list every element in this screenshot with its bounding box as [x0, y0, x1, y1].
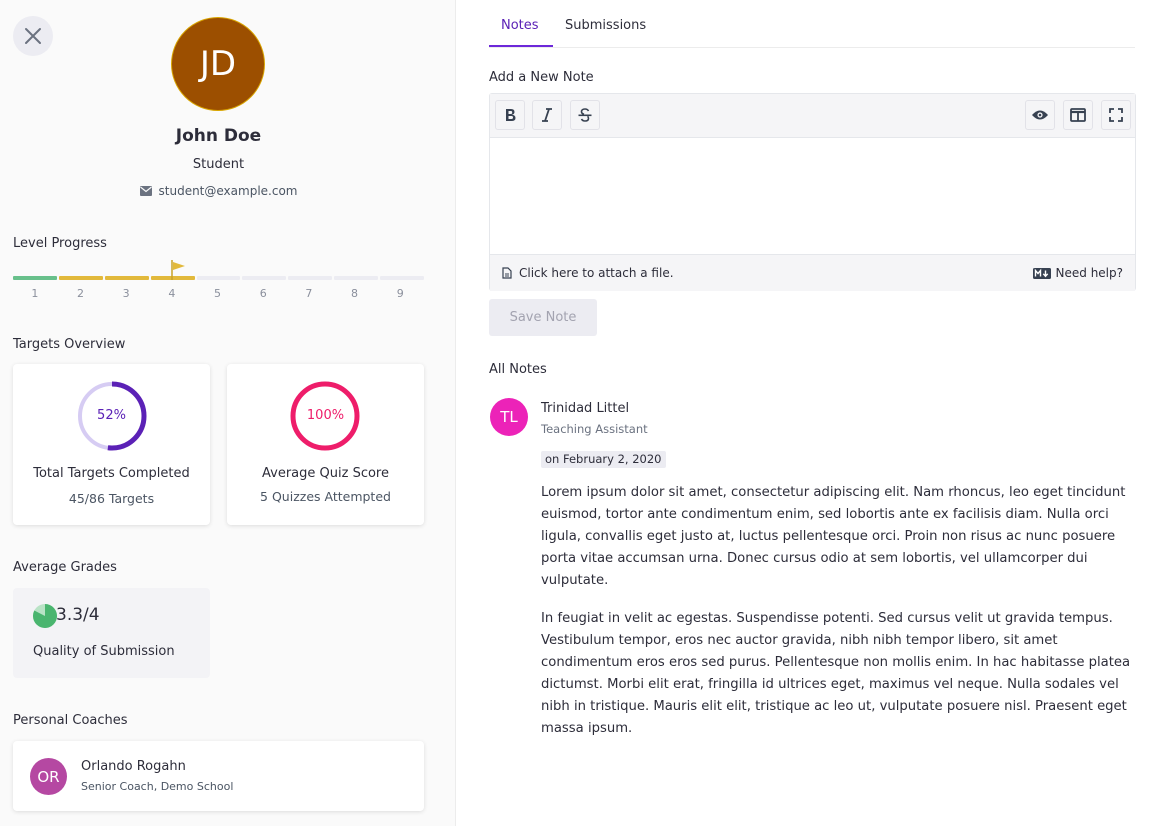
level-number: 5 — [214, 287, 222, 300]
bold-button[interactable] — [495, 100, 525, 130]
coach-name: Orlando Rogahn — [81, 759, 186, 774]
envelope-icon — [139, 186, 152, 196]
level-progress-title: Level Progress — [13, 236, 107, 251]
note-author-avatar: TL — [490, 398, 528, 436]
preview-button[interactable] — [1025, 100, 1055, 130]
level-number: 7 — [305, 287, 313, 300]
avatar-initials: JD — [199, 44, 237, 84]
level-number-list: 1 2 3 4 5 6 7 8 9 — [13, 287, 424, 300]
note-editor: Click here to attach a file. Need help? — [489, 93, 1136, 291]
flag-icon — [171, 260, 185, 280]
expand-icon — [1109, 108, 1123, 122]
active-tab-indicator — [489, 45, 553, 47]
level-segment — [196, 276, 241, 280]
italic-button[interactable] — [532, 100, 562, 130]
targets-card-subtitle: 45/86 Targets — [68, 491, 155, 506]
note-author-name: Trinidad Littel — [541, 401, 630, 416]
level-number: 6 — [259, 287, 267, 300]
note-author-role: Teaching Assistant — [541, 422, 648, 436]
note-author-initials: TL — [500, 408, 518, 426]
italic-icon — [542, 108, 552, 122]
targets-overview-title: Targets Overview — [13, 337, 126, 352]
save-note-button[interactable]: Save Note — [489, 299, 597, 336]
level-segment — [288, 276, 333, 280]
close-button[interactable] — [13, 16, 53, 56]
student-name: John Doe — [175, 126, 262, 146]
level-number: 8 — [351, 287, 359, 300]
quiz-card-title: Average Quiz Score — [262, 466, 389, 481]
student-email: student@example.com — [0, 184, 437, 198]
grade-value: 3.3/4 — [56, 605, 100, 625]
note-textarea[interactable] — [490, 138, 1135, 254]
note-date-badge: on February 2, 2020 — [541, 451, 666, 468]
bold-icon — [506, 109, 516, 121]
note-paragraph: Lorem ipsum dolor sit amet, consectetur … — [541, 485, 1126, 588]
level-number: 9 — [396, 287, 404, 300]
level-number: 1 — [31, 287, 39, 300]
quiz-card-subtitle: 5 Quizzes Attempted — [260, 489, 391, 504]
editor-toolbar — [490, 94, 1135, 138]
personal-coaches-title: Personal Coaches — [13, 713, 128, 728]
quiz-score-card: 100% Average Quiz Score 5 Quizzes Attemp… — [227, 364, 424, 525]
level-segment — [13, 276, 57, 280]
note-body: Lorem ipsum dolor sit amet, consectetur … — [541, 482, 1139, 756]
tab-bar: Notes Submissions — [489, 0, 1135, 48]
strikethrough-icon — [578, 108, 592, 122]
average-grades-title: Average Grades — [13, 560, 117, 575]
quiz-percent-label: 100% — [306, 408, 345, 423]
grade-card — [13, 588, 210, 678]
coach-title: Senior Coach, Demo School — [81, 780, 234, 793]
level-progress-bar — [13, 276, 425, 280]
attach-file-link[interactable]: Click here to attach a file. — [502, 266, 674, 280]
all-notes-heading: All Notes — [489, 362, 547, 377]
note-paragraph: In feugiat in velit ac egestas. Suspendi… — [541, 611, 1131, 736]
help-label: Need help? — [1055, 266, 1123, 280]
targets-completed-card: 52% Total Targets Completed 45/86 Target… — [13, 364, 210, 525]
avatar: JD — [171, 17, 265, 111]
level-number: 3 — [122, 287, 130, 300]
add-note-heading: Add a New Note — [489, 70, 594, 85]
grade-label: Quality of Submission — [33, 644, 175, 659]
strikethrough-button[interactable] — [570, 100, 600, 130]
student-overlay-sidebar: JD John Doe Student student@example.com … — [0, 0, 456, 826]
targets-card-title: Total Targets Completed — [33, 466, 190, 481]
level-segment — [334, 276, 379, 280]
level-number: 4 — [168, 287, 176, 300]
fullscreen-button[interactable] — [1101, 100, 1131, 130]
level-segment — [380, 276, 425, 280]
split-view-button[interactable] — [1063, 100, 1093, 130]
student-email-text: student@example.com — [158, 184, 298, 198]
coach-avatar: OR — [30, 758, 67, 795]
level-number: 2 — [77, 287, 84, 300]
grade-pie-icon — [33, 604, 57, 628]
coach-initials: OR — [37, 767, 60, 786]
attach-file-label: Click here to attach a file. — [519, 266, 674, 280]
level-segment — [104, 276, 149, 280]
student-role: Student — [192, 157, 245, 172]
tab-submissions[interactable]: Submissions — [565, 18, 646, 33]
coach-card — [13, 741, 424, 811]
targets-percent-label: 52% — [97, 408, 126, 423]
tab-notes[interactable]: Notes — [501, 18, 539, 33]
markdown-icon — [1032, 267, 1051, 279]
editor-footer: Click here to attach a file. Need help? — [490, 254, 1135, 291]
level-segment — [58, 276, 103, 280]
columns-icon — [1070, 108, 1086, 122]
level-segment — [242, 276, 287, 280]
markdown-help-link[interactable]: Need help? — [1032, 266, 1123, 280]
file-icon — [502, 267, 512, 279]
close-icon — [25, 28, 41, 44]
eye-icon — [1032, 110, 1048, 120]
